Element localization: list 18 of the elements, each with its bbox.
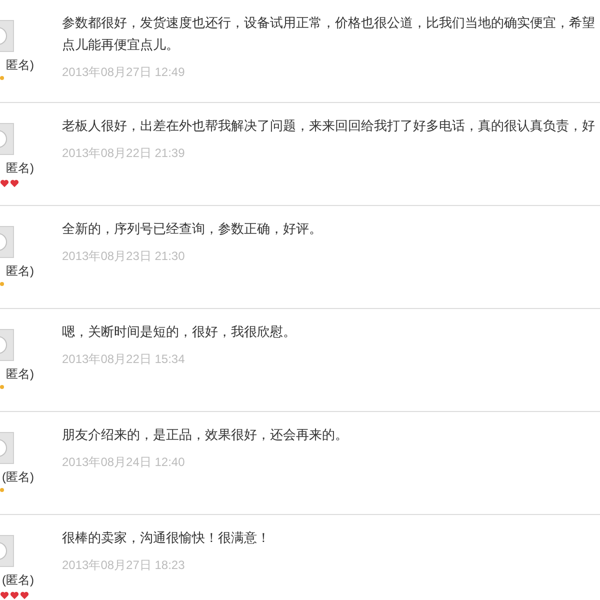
- review-date: 2013年08月23日 21:30: [62, 248, 186, 265]
- review-date: 2013年08月22日 21:39: [62, 145, 186, 162]
- review-text: 老板人很好，出差在外也帮我解决了问题，来来回回给我打了好多电话，真的很认真负责，好: [62, 117, 595, 135]
- user-name: 匿名): [6, 366, 34, 383]
- user-name: 匿名): [6, 57, 34, 74]
- user-name: (匿名): [2, 469, 34, 486]
- user-name: 匿名): [6, 263, 34, 280]
- review-text: 很棒的卖家，沟通很愉快！很满意！: [62, 529, 270, 547]
- review-text: 全新的，序列号已经查询，参数正确，好评。: [62, 220, 322, 238]
- review-text: 朋友介绍来的，是正品，效果很好，还会再来的。: [62, 426, 348, 444]
- review-date: 2013年08月27日 12:49: [62, 64, 186, 81]
- review-date: 2013年08月27日 18:23: [62, 557, 186, 574]
- user-name: 匿名): [6, 160, 34, 177]
- user-name: (匿名): [2, 572, 34, 589]
- review-text: 嗯，关断时间是短的，很好，我很欣慰。: [62, 323, 296, 341]
- review-date: 2013年08月22日 15:34: [62, 351, 186, 368]
- review-text: 参数都很好，发货速度也还行，设备试用正常，价格也很公道，比我们当地的确实便宜，希望 点儿能再便宜点儿。: [62, 14, 595, 54]
- review-date: 2013年08月24日 12:40: [62, 454, 186, 471]
